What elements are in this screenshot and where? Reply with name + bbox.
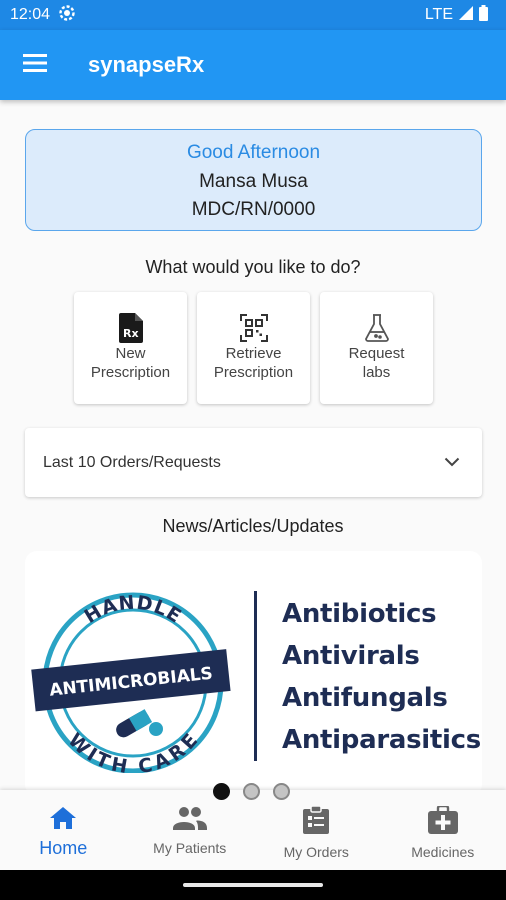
status-bar: 12:04 LTE — [0, 0, 506, 30]
new-prescription-button[interactable]: Rx New Prescription — [74, 292, 187, 404]
nav-home[interactable]: Home — [0, 790, 127, 870]
qr-code-icon — [239, 312, 268, 344]
badge-bottom-text: WITH CARE — [64, 729, 202, 778]
nav-home-label: Home — [39, 838, 88, 858]
carousel-dot[interactable] — [213, 783, 230, 800]
app-bar: synapseRx — [0, 30, 506, 100]
battery-icon — [479, 4, 488, 26]
status-time: 12:04 — [10, 6, 51, 23]
svg-text:Rx: Rx — [123, 327, 139, 340]
prescription-icon: Rx — [118, 312, 143, 344]
new-prescription-label: New Prescription — [90, 345, 171, 381]
request-labs-label: Request labs — [348, 345, 405, 381]
nav-medicines-label: Medicines — [411, 844, 475, 860]
banner-item: Antivirals — [282, 641, 420, 671]
signal-icon — [459, 5, 473, 25]
network-type: LTE — [424, 6, 453, 23]
greeting-text: Good Afternoon — [186, 142, 321, 163]
banner-item: Antifungals — [282, 683, 448, 713]
flask-icon — [364, 312, 390, 344]
banner-item: Antiparasitics — [282, 725, 481, 755]
settings-status-icon — [58, 4, 76, 27]
medical-bag-icon — [427, 804, 458, 839]
hamburger-menu-icon — [23, 53, 47, 77]
actions-question: What would you like to do? — [145, 257, 361, 277]
app-title: synapseRx — [88, 52, 205, 77]
request-labs-button[interactable]: Request labs — [320, 292, 433, 404]
menu-button[interactable] — [0, 30, 70, 100]
banner-divider — [254, 591, 257, 761]
gesture-handle[interactable] — [183, 883, 323, 887]
nav-my-orders[interactable]: My Orders — [253, 790, 380, 870]
carousel-indicator — [213, 783, 290, 800]
system-navigation-bar — [0, 870, 506, 900]
home-icon — [49, 806, 77, 835]
recent-orders-label: Last 10 Orders/Requests — [43, 453, 221, 471]
retrieve-prescription-button[interactable]: Retrieve Prescription — [197, 292, 310, 404]
svg-text:HANDLE: HANDLE — [81, 592, 186, 628]
badge-top-text: HANDLE — [81, 592, 185, 628]
greeting-card: Good Afternoon Mansa Musa MDC/RN/0000 — [25, 129, 482, 231]
nav-my-patients-label: My Patients — [153, 840, 227, 856]
news-banner-card[interactable]: HANDLE WITH CARE ANTIMICROBIALS Antibiot… — [25, 551, 482, 796]
banner-item: Antibiotics — [282, 599, 437, 629]
chevron-down-icon — [444, 454, 460, 472]
bottom-navigation: Home My Patients My Orders Medicines — [0, 790, 506, 870]
news-section-title: News/Articles/Updates — [162, 516, 344, 536]
recent-orders-dropdown[interactable]: Last 10 Orders/Requests — [25, 428, 482, 497]
user-registration-id: MDC/RN/0000 — [191, 199, 316, 220]
carousel-dot[interactable] — [243, 783, 260, 800]
clipboard-icon — [303, 805, 330, 839]
handle-with-care-badge: HANDLE WITH CARE ANTIMICROBIALS — [25, 573, 240, 778]
nav-my-patients[interactable]: My Patients — [127, 790, 254, 870]
retrieve-prescription-label: Retrieve Prescription — [213, 345, 294, 381]
carousel-dot[interactable] — [273, 783, 290, 800]
svg-text:WITH CARE: WITH CARE — [64, 729, 203, 773]
banner-antimicrobial-list: Antibiotics Antivirals Antifungals Antip… — [282, 593, 481, 761]
user-name: Mansa Musa — [199, 171, 308, 192]
people-icon — [172, 806, 207, 835]
nav-medicines[interactable]: Medicines — [380, 790, 506, 870]
nav-my-orders-label: My Orders — [283, 844, 349, 860]
